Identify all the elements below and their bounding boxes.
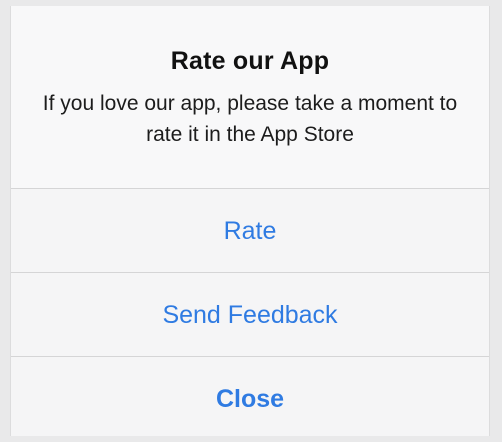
rate-button[interactable]: Rate — [11, 189, 489, 272]
rate-app-alert: Rate our App If you love our app, please… — [10, 6, 490, 436]
send-feedback-button[interactable]: Send Feedback — [11, 273, 489, 356]
close-button[interactable]: Close — [11, 357, 489, 436]
alert-message: If you love our app, please take a momen… — [42, 92, 458, 146]
alert-title: Rate our App — [170, 47, 330, 75]
alert-header: Rate our App If you love our app, please… — [11, 6, 489, 188]
